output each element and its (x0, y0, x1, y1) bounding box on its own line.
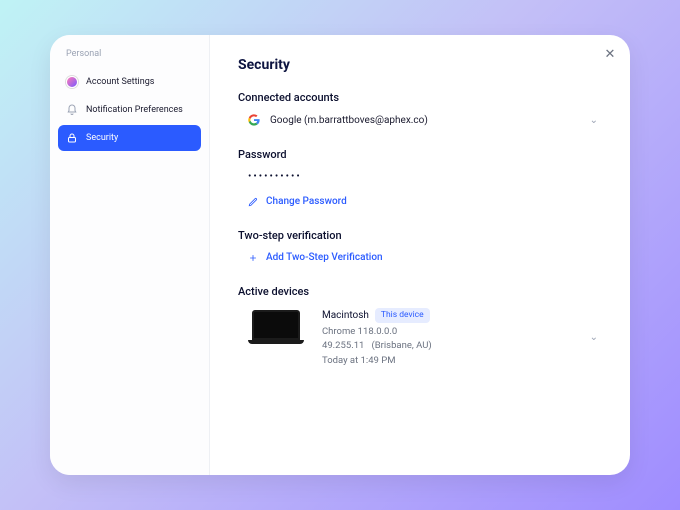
chevron-down-icon[interactable]: ⌄ (590, 332, 602, 343)
sidebar-item-notification-preferences[interactable]: Notification Preferences (58, 97, 201, 123)
section-title: Two-step verification (238, 229, 602, 242)
sidebar-heading: Personal (58, 49, 201, 69)
device-info: Macintosh This device Chrome 118.0.0.0 4… (322, 308, 432, 368)
sidebar: Personal Account Settings Notification P… (50, 35, 210, 475)
device-row[interactable]: Macintosh This device Chrome 118.0.0.0 4… (238, 308, 602, 368)
connected-account-row[interactable]: Google (m.barrattboves@aphex.co) ⌄ (238, 114, 602, 126)
section-title: Connected accounts (238, 91, 602, 104)
avatar-icon (66, 76, 78, 88)
device-browser: Chrome 118.0.0.0 (322, 325, 432, 339)
sidebar-item-label: Notification Preferences (86, 105, 183, 115)
sidebar-item-label: Security (86, 133, 118, 143)
chevron-down-icon[interactable]: ⌄ (590, 115, 602, 126)
section-connected-accounts: Connected accounts Google (m.barrattbove… (238, 91, 602, 126)
device-name: Macintosh (322, 308, 369, 323)
section-title: Password (238, 148, 602, 161)
link-label: Add Two-Step Verification (266, 252, 383, 263)
section-password: Password •••••••••• Change Password (238, 148, 602, 207)
connected-account-label: Google (m.barrattboves@aphex.co) (270, 115, 428, 126)
main-panel: Security Connected accounts Google (m.ba… (210, 35, 630, 475)
sidebar-item-account-settings[interactable]: Account Settings (58, 69, 201, 95)
backdrop: ✕ Personal Account Settings Notification… (0, 0, 680, 510)
section-title: Active devices (238, 285, 602, 298)
section-active-devices: Active devices Macintosh This device Chr… (238, 285, 602, 368)
add-two-step-button[interactable]: Add Two-Step Verification (238, 252, 602, 263)
section-two-step: Two-step verification Add Two-Step Verif… (238, 229, 602, 263)
sidebar-item-security[interactable]: Security (58, 125, 201, 151)
change-password-button[interactable]: Change Password (238, 196, 602, 207)
device-location: (Brisbane, AU) (371, 340, 431, 351)
password-masked: •••••••••• (238, 171, 602, 182)
page-title: Security (238, 57, 602, 73)
link-label: Change Password (266, 196, 347, 207)
device-ip: 49.255.11 (322, 340, 364, 351)
google-icon (248, 114, 260, 126)
close-icon[interactable]: ✕ (602, 47, 618, 63)
pencil-icon (248, 197, 258, 207)
sidebar-item-label: Account Settings (86, 77, 154, 87)
device-last-seen: Today at 1:49 PM (322, 354, 432, 368)
lock-icon (66, 132, 78, 144)
laptop-icon (248, 310, 304, 346)
settings-modal: ✕ Personal Account Settings Notification… (50, 35, 630, 475)
bell-icon (66, 104, 78, 116)
plus-icon (248, 253, 258, 263)
this-device-badge: This device (375, 308, 430, 323)
